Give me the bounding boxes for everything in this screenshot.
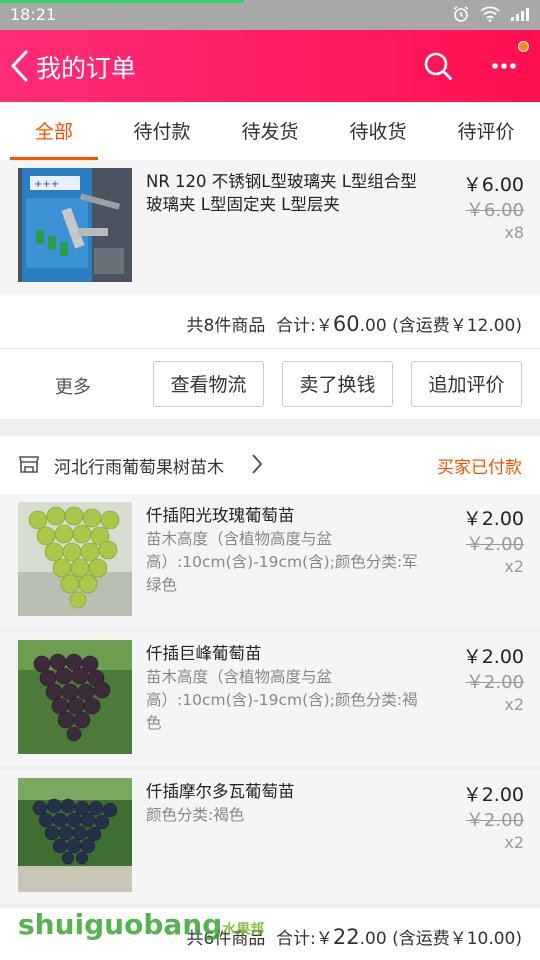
back-button[interactable] — [8, 48, 32, 84]
more-button[interactable]: 更多 — [55, 373, 91, 399]
currency-symbol: ￥ — [315, 316, 333, 336]
item-count: 共8件商品 — [186, 316, 266, 336]
chevron-right-icon — [252, 454, 263, 474]
app-header: 我的订单 — [0, 30, 540, 102]
product-title: NR 120 不锈钢L型玻璃夹 L型组合型玻璃夹 L型固定夹 L型层夹 — [146, 172, 417, 214]
order-tabs: 全部 待付款 待发货 待收货 待评价 — [0, 102, 540, 161]
signal-icon — [511, 8, 529, 21]
shipping-fee: (含运费￥10.00) — [392, 929, 522, 949]
product-thumbnail — [18, 778, 132, 892]
product-thumbnail: +++ — [18, 168, 132, 282]
original-price: ￥6.00 — [465, 200, 524, 221]
product-title: 仟插摩尔多瓦葡萄苗 — [146, 782, 295, 801]
product-spec: 苗木高度（含植物高度与盆高）:10cm(含)-19cm(含);颜色分类:褐色 — [146, 668, 418, 732]
currency-symbol: ￥ — [315, 929, 333, 949]
shop-header[interactable]: 河北行雨葡萄果树苗木 买家已付款 — [0, 436, 540, 494]
order-status: 买家已付款 — [437, 458, 522, 478]
tab-pending-payment[interactable]: 待付款 — [108, 102, 216, 160]
original-price: ￥2.00 — [465, 672, 524, 693]
product-quantity: x8 — [504, 223, 524, 242]
tab-pending-review[interactable]: 待评价 — [432, 102, 540, 160]
watermark-text: shuiguobang — [18, 908, 223, 941]
order-item[interactable]: 仟插巨峰葡萄苗 苗木高度（含植物高度与盆高）:10cm(含)-19cm(含);颜… — [0, 632, 540, 766]
product-thumbnail — [18, 502, 132, 616]
watermark-cn: 水果邦 — [222, 922, 265, 938]
summary-text: 共8件商品 合计:￥60.00 (含运费￥12.00) — [187, 311, 523, 336]
more-menu-icon[interactable] — [488, 50, 520, 82]
total-amount: 60 — [332, 312, 360, 336]
total-decimal: .00 — [359, 929, 387, 949]
product-quantity: x2 — [504, 833, 524, 852]
svg-text:+++: +++ — [34, 179, 59, 190]
watermark: shuiguobang水果邦 — [18, 908, 264, 941]
notification-dot — [518, 41, 529, 52]
product-price: ￥6.00 — [462, 174, 524, 196]
original-price: ￥2.00 — [465, 810, 524, 831]
shipping-fee: (含运费￥12.00) — [392, 316, 522, 336]
total-amount: 22 — [332, 925, 360, 949]
add-review-button[interactable]: 追加评价 — [411, 361, 522, 407]
product-quantity: x2 — [504, 557, 524, 576]
product-price: ￥2.00 — [462, 784, 524, 806]
product-spec: 颜色分类:褐色 — [146, 806, 245, 824]
tab-pending-receipt[interactable]: 待收货 — [324, 102, 432, 160]
order-item[interactable]: 仟插阳光玫瑰葡萄苗 苗木高度（含植物高度与盆高）:10cm(含)-19cm(含)… — [0, 494, 540, 628]
status-time: 18:21 — [10, 5, 57, 24]
product-spec: 苗木高度（含植物高度与盆高）:10cm(含)-19cm(含);颜色分类:军绿色 — [146, 530, 418, 594]
store-icon — [19, 456, 39, 473]
search-icon[interactable] — [422, 50, 454, 82]
wifi-icon — [480, 6, 500, 22]
shop-name: 河北行雨葡萄果树苗木 — [54, 458, 224, 478]
tab-all[interactable]: 全部 — [0, 102, 108, 160]
product-price: ￥2.00 — [462, 508, 524, 530]
product-title: 仟插阳光玫瑰葡萄苗 — [146, 506, 295, 525]
total-label: 合计: — [276, 929, 316, 949]
status-icons — [452, 5, 530, 23]
loading-progress-bar — [0, 0, 244, 3]
resell-button[interactable]: 卖了换钱 — [282, 361, 393, 407]
order-item[interactable]: +++ NR 120 不锈钢L型玻璃夹 L型组合型玻璃夹 L型固定夹 L型层夹 … — [0, 160, 540, 294]
tab-pending-shipment[interactable]: 待发货 — [216, 102, 324, 160]
total-decimal: .00 — [359, 316, 387, 336]
status-bar: 18:21 — [0, 0, 540, 30]
product-quantity: x2 — [504, 695, 524, 714]
product-thumbnail — [18, 640, 132, 754]
order-item[interactable]: 仟插摩尔多瓦葡萄苗 颜色分类:褐色 ￥2.00 ￥2.00 x2 — [0, 770, 540, 904]
original-price: ￥2.00 — [465, 534, 524, 555]
product-price: ￥2.00 — [462, 646, 524, 668]
product-title: 仟插巨峰葡萄苗 — [146, 644, 262, 663]
page-title: 我的订单 — [36, 54, 137, 83]
view-logistics-button[interactable]: 查看物流 — [153, 361, 264, 407]
order-summary: 共8件商品 合计:￥60.00 (含运费￥12.00) — [0, 294, 540, 349]
alarm-icon — [453, 6, 469, 22]
total-label: 合计: — [276, 316, 316, 336]
